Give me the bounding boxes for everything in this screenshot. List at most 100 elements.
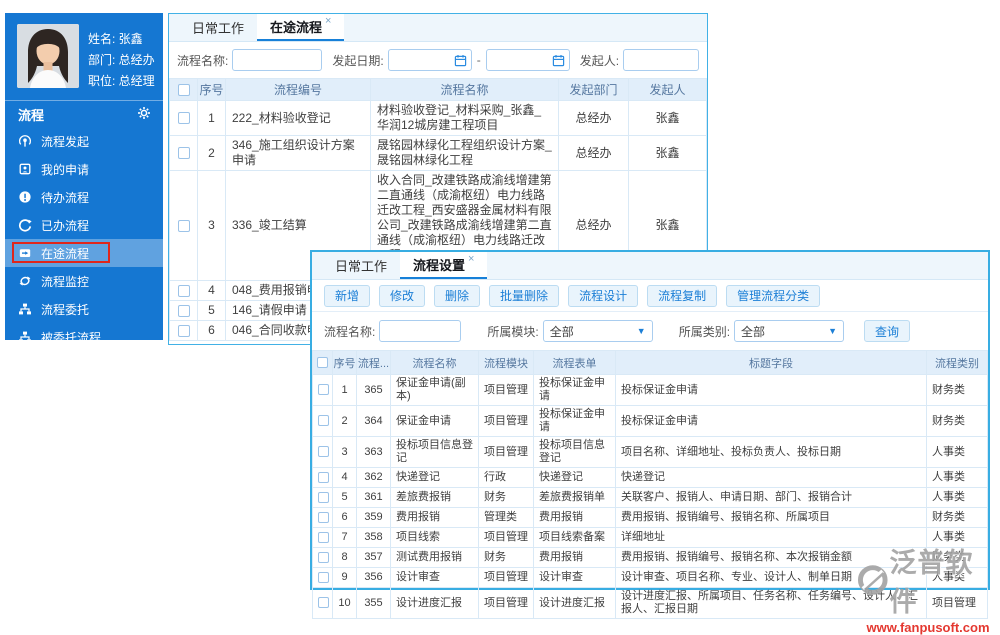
row-checkbox[interactable] (318, 597, 329, 609)
sidebar-item-label: 流程监控 (41, 274, 90, 289)
col-header-process-module: 流程模块 (478, 350, 534, 375)
cell-process-form: 投标保证金申请 (533, 374, 616, 406)
sidebar-item-label: 我的申请 (41, 162, 90, 177)
cell-process-id: 362 (356, 467, 391, 488)
row-checkbox[interactable] (318, 531, 329, 543)
module-select[interactable]: 全部 ▼ (542, 320, 653, 342)
category-label: 所属类别: (678, 324, 731, 339)
row-checkbox[interactable] (177, 147, 190, 160)
cell-process-form: 快递登记 (533, 467, 616, 488)
tab-daily-work[interactable]: 日常工作 (179, 14, 257, 41)
edit-button[interactable]: 修改 (379, 284, 426, 307)
row-checkbox[interactable] (318, 446, 329, 458)
row-checkbox[interactable] (318, 571, 329, 583)
tab-label: 在途流程 (270, 20, 323, 35)
cell-title-fields: 投标保证金申请 (615, 374, 927, 406)
broadcast-icon (18, 135, 32, 147)
sidebar-item-process-delegate[interactable]: 流程委托 (5, 295, 163, 323)
chevron-down-icon: ▼ (828, 326, 838, 336)
sidebar-item-todo-processes[interactable]: 待办流程 (5, 183, 163, 211)
sidebar-item-in-transit-processes[interactable]: 在途流程 (5, 239, 163, 267)
initiator-input[interactable] (623, 49, 699, 71)
row-checkbox[interactable] (318, 384, 329, 396)
sidebar-menu: 流程发起 我的申请 待办流程 已办流程 在途流程 流程监控 流程委托 被委托流程 (5, 127, 163, 351)
batch-delete-button[interactable]: 批量删除 (489, 284, 560, 307)
start-date-from-input[interactable] (387, 49, 472, 71)
cell-process-name: 材料验收登记_材料采购_张鑫_华润12城房建工程项目 (370, 100, 559, 136)
process-name-input[interactable] (379, 320, 462, 342)
start-date-label: 发起日期: (332, 53, 384, 68)
row-checkbox[interactable] (177, 304, 190, 317)
category-selected-value: 全部 (741, 324, 766, 339)
sidebar-item-process-start[interactable]: 流程发起 (5, 127, 163, 155)
table-row: 5 361 差旅费报销 财务 差旅费报销单 关联客户、报销人、申请日期、部门、报… (312, 487, 988, 508)
row-checkbox[interactable] (318, 551, 329, 563)
row-checkbox[interactable] (177, 112, 190, 125)
manage-process-category-button[interactable]: 管理流程分类 (726, 284, 821, 307)
process-name-input[interactable] (232, 49, 323, 71)
sidebar-item-process-monitor[interactable]: 流程监控 (5, 267, 163, 295)
delete-button[interactable]: 删除 (434, 284, 481, 307)
sync-icon (19, 276, 31, 286)
tab-label: 日常工作 (192, 21, 245, 36)
cell-title-fields: 快递登记 (615, 467, 927, 488)
tab-label: 流程设置 (413, 258, 466, 273)
row-checkbox[interactable] (318, 415, 329, 427)
cell-seq: 7 (332, 527, 357, 548)
process-design-button[interactable]: 流程设计 (568, 284, 639, 307)
sitemap-icon (19, 331, 31, 343)
row-checkbox[interactable] (177, 284, 190, 297)
cell-process-category: 人事类 (926, 467, 988, 488)
category-select[interactable]: 全部 ▼ (734, 320, 845, 342)
sidebar-item-my-applications[interactable]: 我的申请 (5, 155, 163, 183)
fanpu-logo-icon (857, 565, 888, 595)
search-button[interactable]: 查询 (864, 320, 911, 342)
app-screen: 姓名: 张鑫 部门: 总经办 职位: 总经理 流程 流程发起 我的申请 待办流程… (0, 0, 1000, 635)
tab-process-settings[interactable]: 流程设置 × (400, 252, 488, 279)
user-name: 姓名: 张鑫 (88, 32, 143, 46)
tab-daily-work[interactable]: 日常工作 (322, 252, 400, 279)
select-all-checkbox[interactable] (177, 84, 190, 97)
cell-dept: 总经办 (558, 100, 629, 136)
table-row: 6 359 费用报销 管理类 费用报销 费用报销、报销编号、报销名称、所属项目 … (312, 507, 988, 528)
sidebar-item-delegated-processes[interactable]: 被委托流程 (5, 323, 163, 351)
cell-process-name: 快递登记 (390, 467, 479, 488)
sidebar-item-done-processes[interactable]: 已办流程 (5, 211, 163, 239)
row-checkbox[interactable] (318, 471, 329, 483)
cell-seq: 1 (197, 100, 226, 136)
add-button[interactable]: 新增 (324, 284, 371, 307)
table-row: 4 362 快递登记 行政 快递登记 快递登记 人事类 (312, 467, 988, 488)
tab-in-transit-process[interactable]: 在途流程 × (257, 14, 345, 41)
cell-process-form: 费用报销 (533, 507, 616, 528)
cell-process-code: 222_材料验收登记 (225, 100, 371, 136)
row-checkbox[interactable] (318, 491, 329, 503)
col-header-process-category: 流程类别 (926, 350, 988, 375)
table-header-row: 序号 流程编号 流程名称 发起部门 发起人 (169, 78, 707, 101)
sidebar-section-title: 流程 (18, 107, 45, 123)
select-all-checkbox[interactable] (317, 357, 328, 369)
cell-process-name: 设计审查 (390, 567, 479, 588)
user-department: 部门: 总经办 (88, 53, 155, 67)
cell-seq: 9 (332, 567, 357, 588)
cell-process-category: 财务类 (926, 405, 988, 437)
cell-seq: 4 (197, 280, 226, 301)
cell-seq: 2 (197, 135, 226, 171)
watermark-url: www.fanpusoft.com (866, 620, 990, 635)
gear-icon[interactable] (137, 106, 151, 123)
sidebar: 姓名: 张鑫 部门: 总经办 职位: 总经理 流程 流程发起 我的申请 待办流程… (5, 13, 163, 345)
cell-process-code: 346_施工组织设计方案申请 (225, 135, 371, 171)
vendor-watermark: 泛普软件 www.fanpusoft.com (856, 541, 1000, 635)
col-header-title-fields: 标题字段 (615, 350, 927, 375)
row-checkbox[interactable] (318, 511, 329, 523)
fg-tab-bar: 日常工作 流程设置 × (312, 252, 988, 280)
cell-process-id: 359 (356, 507, 391, 528)
cell-process-form: 投标项目信息登记 (533, 436, 616, 468)
row-checkbox[interactable] (177, 324, 190, 337)
cell-process-form: 差旅费报销单 (533, 487, 616, 508)
close-icon[interactable]: × (468, 253, 474, 265)
row-checkbox[interactable] (177, 219, 190, 232)
start-date-to-input[interactable] (485, 49, 570, 71)
close-icon[interactable]: × (325, 15, 331, 27)
process-copy-button[interactable]: 流程复制 (647, 284, 718, 307)
cell-process-name: 保证金申请 (390, 405, 479, 437)
